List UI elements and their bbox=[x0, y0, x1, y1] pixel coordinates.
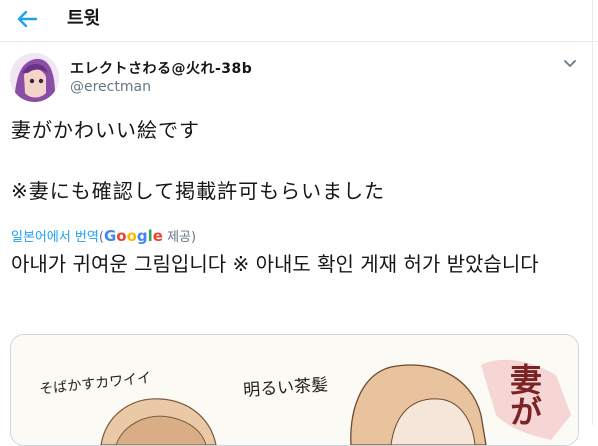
translation-attribution: 일본어에서 번역(Google 제공) bbox=[11, 226, 196, 245]
image-caption-right: 妻が bbox=[505, 363, 543, 427]
user-handle[interactable]: @erectman bbox=[70, 79, 151, 95]
translation-suffix: 제공) bbox=[162, 230, 197, 245]
tweet-text-line-2: ※妻にも確認して掲載許可もらいました bbox=[11, 179, 386, 203]
display-name[interactable]: エレクトさわる@火れ-38b bbox=[70, 58, 252, 78]
top-bar: 트윗 bbox=[0, 0, 598, 42]
arrow-left-icon[interactable] bbox=[14, 6, 40, 32]
translated-text: 아내가 귀여운 그림입니다 ※ 아내도 확인 게재 허가 받았습니다 bbox=[11, 252, 539, 276]
tweet-image[interactable]: そばかすカワイイ 明るい茶髪 妻が bbox=[10, 334, 579, 446]
tweet-text-line-1: 妻がかわいい絵です bbox=[11, 118, 200, 142]
chevron-down-icon[interactable] bbox=[562, 58, 578, 70]
translate-link[interactable]: 일본어에서 번역 bbox=[11, 230, 99, 245]
avatar[interactable] bbox=[10, 53, 59, 102]
page-title: 트윗 bbox=[67, 8, 101, 29]
google-logo: Google bbox=[103, 227, 163, 245]
column-border bbox=[592, 0, 593, 425]
